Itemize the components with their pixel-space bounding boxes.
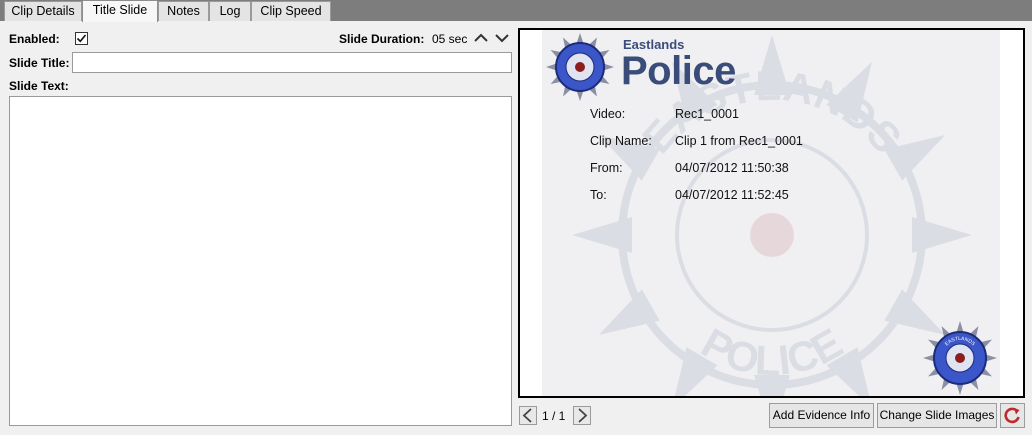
checkmark-icon	[76, 34, 87, 43]
add-evidence-info-button[interactable]: Add Evidence Info	[769, 403, 874, 428]
change-slide-images-button[interactable]: Change Slide Images	[877, 403, 997, 428]
next-slide-button[interactable]	[573, 406, 591, 425]
chevron-up-icon	[474, 33, 488, 42]
refresh-button[interactable]	[1000, 403, 1025, 428]
tab-clip-speed[interactable]: Clip Speed	[251, 1, 331, 21]
chevron-right-icon	[578, 408, 588, 423]
tab-title-slide[interactable]: Title Slide	[82, 0, 158, 22]
chevron-down-icon	[495, 34, 509, 43]
from-label: From:	[590, 161, 623, 175]
clip-name-label: Clip Name:	[590, 134, 652, 148]
slide-title-label: Slide Title:	[9, 56, 70, 70]
previous-slide-button[interactable]	[519, 406, 537, 425]
brand-title: Police	[621, 49, 736, 93]
tab-clip-details[interactable]: Clip Details	[4, 1, 82, 21]
duration-increase-button[interactable]	[473, 30, 489, 46]
duration-decrease-button[interactable]	[494, 30, 510, 46]
video-value: Rec1_0001	[675, 107, 739, 121]
slide-preview: EASTLANDS POLICE Eastlands Police Video:…	[518, 28, 1025, 398]
slide-title-input[interactable]	[72, 52, 512, 73]
police-badge-small-icon: EASTLANDS	[923, 321, 997, 395]
tab-notes[interactable]: Notes	[158, 1, 209, 21]
police-badge-icon	[546, 33, 614, 101]
chevron-left-icon	[522, 408, 532, 423]
tab-log[interactable]: Log	[209, 1, 251, 21]
clip-name-value: Clip 1 from Rec1_0001	[675, 134, 803, 148]
from-value: 04/07/2012 11:50:38	[675, 161, 789, 175]
title-slide-canvas: EASTLANDS POLICE Eastlands Police Video:…	[542, 30, 1000, 396]
slide-duration-label: Slide Duration:	[339, 32, 425, 46]
refresh-icon	[1004, 407, 1020, 424]
to-value: 04/07/2012 11:52:45	[675, 188, 789, 202]
to-label: To:	[590, 188, 607, 202]
slide-duration-value: 05 sec	[432, 32, 468, 46]
video-label: Video:	[590, 107, 626, 121]
slide-text-label: Slide Text:	[9, 79, 69, 93]
slide-text-area[interactable]	[9, 96, 512, 426]
enabled-checkbox[interactable]	[75, 32, 88, 45]
page-indicator: 1 / 1	[542, 409, 566, 423]
tab-strip: Clip Details Title Slide Notes Log Clip …	[0, 0, 1032, 22]
enabled-label: Enabled:	[9, 32, 60, 46]
